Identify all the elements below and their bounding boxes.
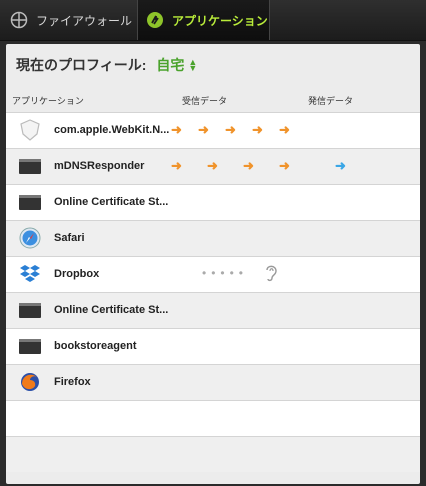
safari-icon [18, 227, 42, 249]
list-item[interactable]: Dropbox ••••• [6, 256, 420, 292]
profile-selector: 現在のプロフィール: 自宅 ▲ ▼ [16, 54, 197, 76]
received-arrow-icon: ➜ [279, 122, 290, 137]
list-item[interactable]: Online Certificate St... [6, 292, 420, 328]
list-item[interactable]: com.apple.WebKit.N... ➜ ➜ ➜ ➜ ➜ [6, 112, 420, 148]
app-name: Safari [54, 232, 85, 244]
tab-firewall[interactable]: ファイアウォール [0, 0, 136, 40]
terminal-app-icon [18, 155, 42, 177]
app-list: com.apple.WebKit.N... ➜ ➜ ➜ ➜ ➜ mDNSResp… [6, 112, 420, 472]
app-name: mDNSResponder [54, 160, 145, 172]
empty-row [6, 436, 420, 472]
profile-value: 自宅 [156, 57, 185, 73]
list-item[interactable]: Safari [6, 220, 420, 256]
received-arrow-icon: ➜ [171, 122, 182, 137]
applications-icon [146, 11, 164, 29]
profile-label: 現在のプロフィール: [16, 57, 147, 73]
column-header-sent: 発信データ [308, 96, 354, 106]
tab-applications[interactable]: アプリケーション [137, 0, 270, 40]
column-header-app: アプリケーション [12, 96, 84, 106]
column-headers: アプリケーション 受信データ 発信データ [6, 94, 420, 110]
updown-arrows-icon: ▲ ▼ [188, 57, 198, 73]
listening-dots: ••••• [202, 266, 249, 280]
list-item[interactable]: Firefox [6, 364, 420, 400]
list-item[interactable]: Online Certificate St... [6, 184, 420, 220]
shield-icon [18, 119, 42, 141]
terminal-app-icon [18, 299, 42, 321]
tab-applications-label: アプリケーション [172, 13, 268, 28]
app-name: Online Certificate St... [54, 196, 169, 208]
empty-row [6, 400, 420, 436]
received-arrow-icon: ➜ [198, 122, 209, 137]
app-name: com.apple.WebKit.N... [54, 124, 170, 136]
profile-dropdown[interactable]: 自宅 ▲ ▼ [156, 55, 197, 75]
tab-firewall-label: ファイアウォール [36, 13, 133, 28]
received-arrow-icon: ➜ [225, 122, 236, 137]
top-bar: ファイアウォール アプリケーション [0, 0, 426, 41]
globe-icon [10, 11, 28, 29]
column-header-received: 受信データ [182, 96, 228, 106]
app-name: bookstoreagent [54, 340, 137, 352]
firefox-icon [18, 371, 42, 393]
dropbox-icon [18, 263, 42, 285]
sent-arrow-icon: ➜ [335, 158, 346, 173]
received-arrow-icon: ➜ [171, 158, 182, 173]
app-name: Online Certificate St... [54, 304, 169, 316]
applications-panel: 現在のプロフィール: 自宅 ▲ ▼ アプリケーション 受信データ 発信データ co… [6, 44, 420, 484]
list-item[interactable]: mDNSResponder ➜ ➜ ➜ ➜ ➜ [6, 148, 420, 184]
listening-ear-icon [264, 263, 278, 283]
received-arrow-icon: ➜ [207, 158, 218, 173]
list-item[interactable]: bookstoreagent [6, 328, 420, 364]
received-arrow-icon: ➜ [243, 158, 254, 173]
terminal-app-icon [18, 191, 42, 213]
app-name: Firefox [54, 376, 91, 388]
app-name: Dropbox [54, 268, 100, 280]
received-arrow-icon: ➜ [252, 122, 263, 137]
terminal-app-icon [18, 335, 42, 357]
received-arrow-icon: ➜ [279, 158, 290, 173]
